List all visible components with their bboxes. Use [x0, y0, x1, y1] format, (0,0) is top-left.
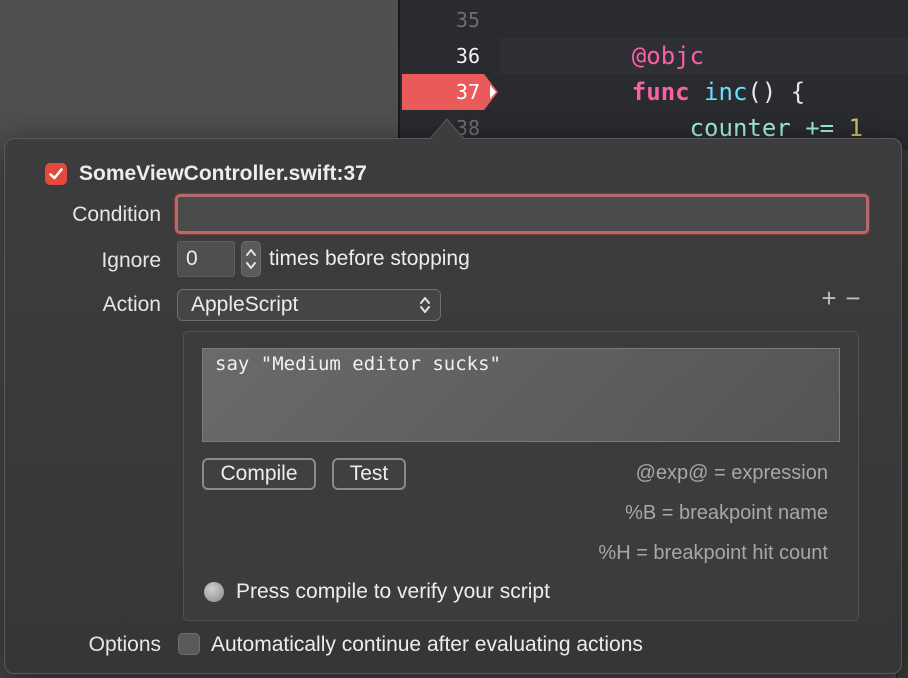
ignore-label: Ignore [101, 249, 161, 272]
auto-continue-checkbox[interactable] [178, 633, 200, 655]
options-label: Options [88, 633, 161, 656]
condition-label: Condition [72, 203, 161, 226]
ignore-count-stepper[interactable] [241, 241, 261, 277]
code-line-36[interactable]: func inc() { [574, 38, 805, 106]
stepper-arrows-icon [246, 249, 256, 269]
action-label: Action [102, 293, 161, 316]
code-editor[interactable]: 35 36 37 38 @objc func inc() { counter +… [398, 0, 908, 150]
hint-breakpoint-name: %B = breakpoint name [625, 502, 828, 524]
action-add-remove: + − [819, 285, 863, 311]
applescript-action-panel: say "Medium editor sucks" Compile Test @… [183, 331, 859, 621]
compile-button[interactable]: Compile [202, 458, 316, 490]
updown-chevron-icon [420, 297, 430, 313]
breakpoint-title: SomeViewController.swift:37 [79, 162, 367, 185]
line-number-35: 35 [455, 8, 480, 32]
auto-continue-label: Automatically continue after evaluating … [211, 633, 643, 656]
status-indicator-icon [204, 582, 224, 602]
action-type-value: AppleScript [191, 293, 299, 316]
code-line-37[interactable]: counter += 1 [574, 74, 863, 142]
ignore-suffix: times before stopping [269, 247, 470, 270]
checkmark-icon [49, 168, 63, 180]
script-textarea[interactable]: say "Medium editor sucks" [202, 348, 840, 442]
hint-expression: @exp@ = expression [635, 462, 828, 484]
breakpoint-enabled-checkbox[interactable] [45, 163, 67, 185]
code-line-38[interactable]: updateLabel() [574, 110, 877, 140]
breakpoint-line-number: 37 [455, 80, 480, 104]
action-type-select[interactable]: AppleScript [177, 289, 441, 321]
breakpoint-editor-popover: SomeViewController.swift:37 Condition Ig… [4, 118, 902, 674]
remove-action-button[interactable]: − [843, 285, 863, 311]
breakpoint-marker[interactable]: 37 [402, 74, 498, 110]
condition-input[interactable] [174, 193, 870, 235]
add-action-button[interactable]: + [819, 285, 839, 311]
test-button[interactable]: Test [332, 458, 406, 490]
line-number-36: 36 [455, 44, 480, 68]
code-line-35[interactable]: @objc [574, 2, 704, 70]
hint-hit-count: %H = breakpoint hit count [598, 542, 828, 564]
compile-status-text: Press compile to verify your script [236, 580, 550, 603]
ignore-count-input[interactable]: 0 [177, 241, 235, 277]
breakpoint-title-row: SomeViewController.swift:37 [45, 161, 367, 187]
